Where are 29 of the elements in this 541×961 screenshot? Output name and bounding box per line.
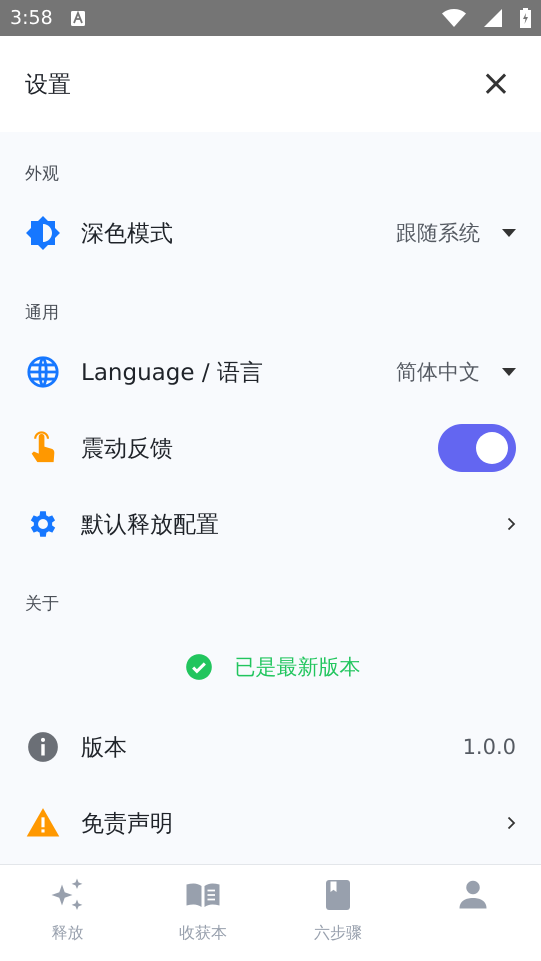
toggle-switch[interactable] [438,424,516,472]
setting-label: Language / 语言 [81,358,264,388]
section-header: 关于 [24,593,60,616]
brightness-icon [25,215,61,251]
setting-label: 深色模式 [81,220,174,248]
check-circle-icon [184,653,212,681]
setting-label: 版本 [81,734,128,762]
wifi-icon [442,9,466,27]
dropdown[interactable]: 简体中文 [396,358,516,386]
setting-label: 震动反馈 [81,434,174,464]
setting-label[interactable]: 默认释放配置 [81,508,487,540]
chevron-right-icon [507,517,516,531]
dropdown-caret-icon [502,368,516,376]
setting-label[interactable]: 免责声明 [81,808,487,838]
close-button[interactable]: × [476,66,515,102]
dropdown-caret-icon [502,229,516,237]
dropdown[interactable]: 跟随系统 [396,219,516,247]
chevron-right-icon [507,816,516,830]
section-header: 外观 [24,163,60,186]
keyboard-a-icon [70,10,85,26]
section-header: 通用 [24,302,60,325]
status-time: 3:58 [10,7,53,29]
globe-icon [26,355,60,389]
battery-charging-icon [520,8,531,28]
update-status: 已是最新版本 [234,654,360,681]
info-icon [26,730,60,764]
page-title: 设置 [25,70,72,100]
version-number: 1.0.0 [462,735,516,759]
signal-icon [484,9,502,27]
